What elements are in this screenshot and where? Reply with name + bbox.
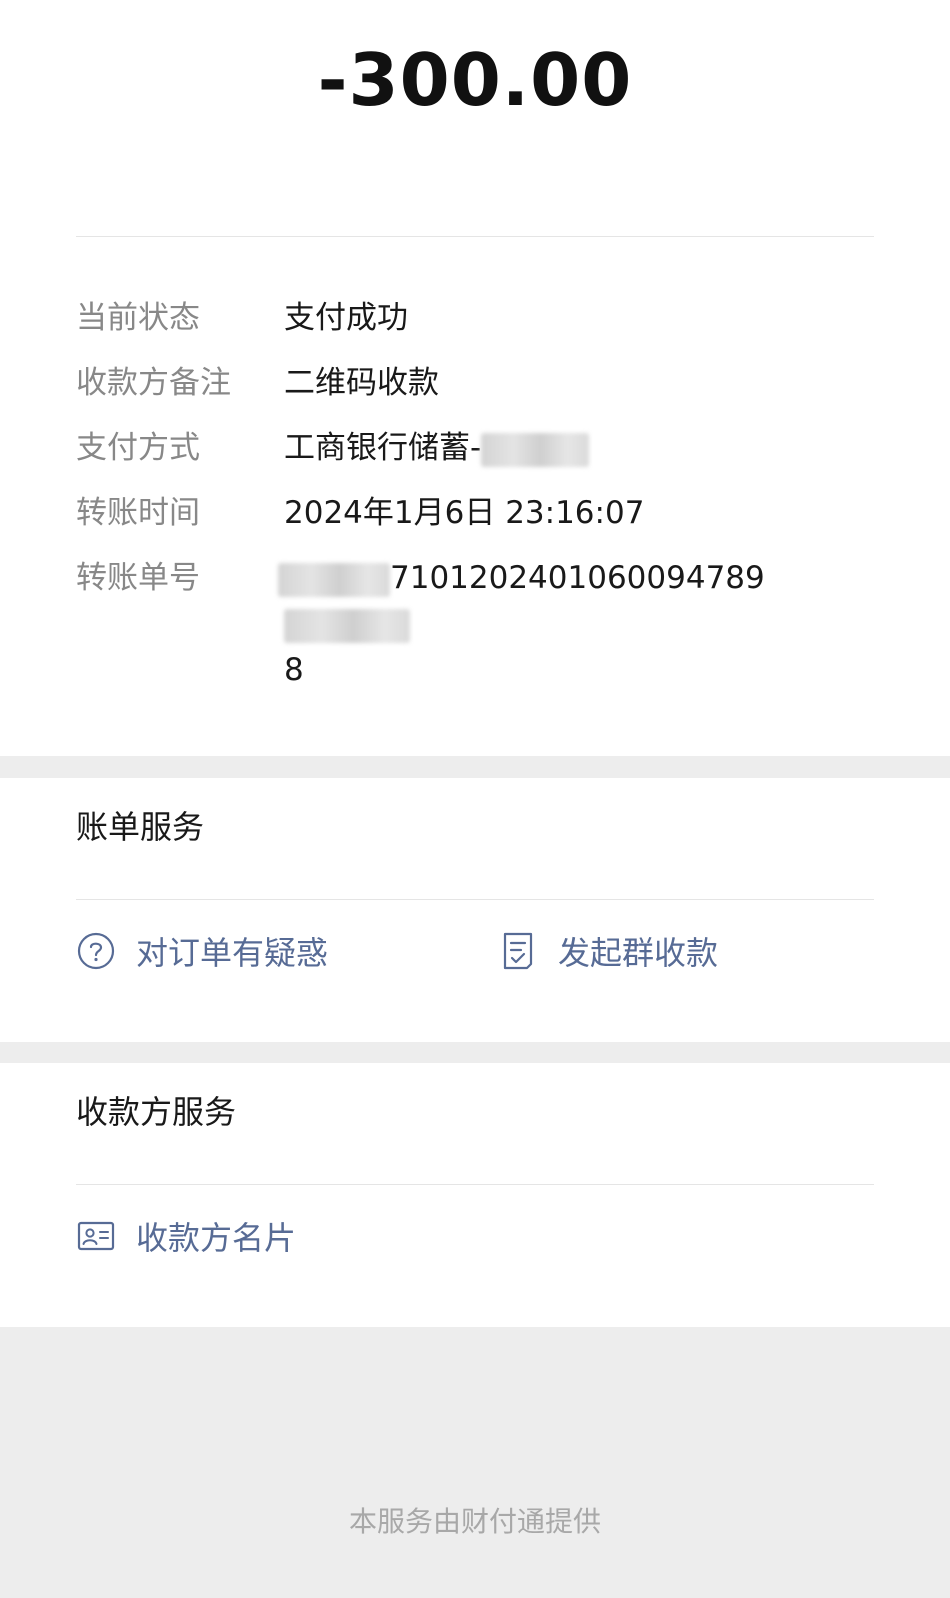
transfer-time-label: 转账时间 xyxy=(76,495,200,531)
status-value: 支付成功 xyxy=(284,300,408,336)
transaction-amount: -300.00 xyxy=(317,38,633,122)
payee-service-section: 收款方服务 收款方名片 xyxy=(0,1063,950,1327)
detail-row-transfer-number: 转账单号 71012024010600947​89 8 xyxy=(76,555,874,688)
transfer-number-middle: 71012024010600947​89 xyxy=(390,560,765,596)
contact-card-icon xyxy=(76,1216,116,1256)
payee-card-button[interactable]: 收款方名片 xyxy=(76,1213,296,1259)
service-provider-footer: 本服务由财付通提供 xyxy=(348,1505,601,1538)
detail-row-remark: 收款方备注 二维码收款 xyxy=(76,360,874,406)
status-label: 当前状态 xyxy=(76,300,200,336)
bill-service-section: 账单服务 对订单有疑惑 发起群收款 xyxy=(0,778,950,1042)
question-circle-icon xyxy=(76,931,116,971)
transfer-number-tail: 8 xyxy=(284,652,304,688)
amount-divider xyxy=(76,236,874,237)
detail-row-payment-method: 支付方式 工商银行储蓄- xyxy=(76,425,874,471)
transfer-number-label: 转账单号 xyxy=(76,560,200,596)
transfer-time-value: 2024年1月6日 23:16:07 xyxy=(284,495,645,531)
redacted-number-prefix xyxy=(278,562,390,597)
payment-method-label: 支付方式 xyxy=(76,430,200,466)
transfer-number-value[interactable]: 71012024010600947​89 8 xyxy=(278,555,874,693)
group-collection-label: 发起群收款 xyxy=(558,934,719,972)
order-question-button[interactable]: 对订单有疑惑 xyxy=(76,928,328,974)
payment-method-text: 工商银行储蓄- xyxy=(284,430,482,466)
payment-method-value: 工商银行储蓄- xyxy=(284,425,874,471)
order-question-label: 对订单有疑惑 xyxy=(136,934,329,972)
receipt-check-icon xyxy=(498,931,538,971)
redacted-number-suffix xyxy=(284,608,410,643)
payee-service-title: 收款方服务 xyxy=(76,1093,237,1131)
payee-service-divider xyxy=(76,1184,874,1185)
transaction-detail-card: -300.00 当前状态 支付成功 收款方备注 二维码收款 支付方式 工商银行储… xyxy=(0,0,950,756)
detail-row-status: 当前状态 支付成功 xyxy=(76,295,874,341)
bill-service-title: 账单服务 xyxy=(76,808,205,846)
detail-row-transfer-time: 转账时间 2024年1月6日 23:16:07 xyxy=(76,490,874,536)
remark-label: 收款方备注 xyxy=(76,365,231,401)
bill-service-divider xyxy=(76,899,874,900)
payee-card-label: 收款方名片 xyxy=(136,1219,297,1257)
remark-value: 二维码收款 xyxy=(284,365,439,401)
redacted-card-number xyxy=(481,432,590,467)
group-collection-button[interactable]: 发起群收款 xyxy=(498,928,718,974)
